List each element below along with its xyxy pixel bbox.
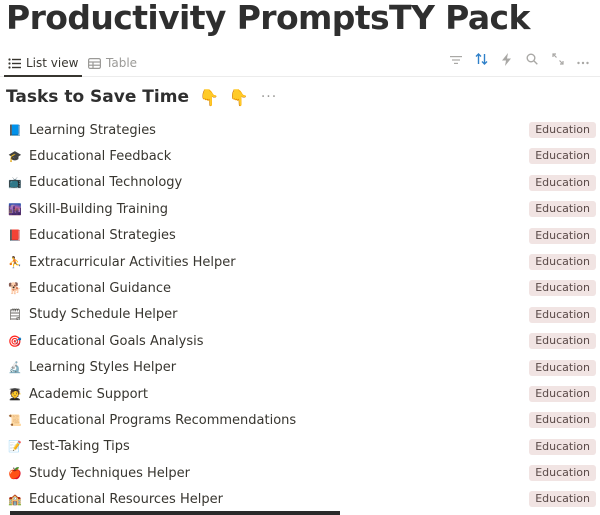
table-icon [88,57,101,69]
scroll-icon: 📜 [8,413,22,427]
memo-icon: 📝 [8,440,22,454]
category-tag: Education [529,280,596,297]
list-item[interactable]: 🐕 Educational Guidance Education [0,275,600,301]
list-item-title: Educational Strategies [29,228,176,244]
automation-icon [502,52,512,70]
red-book-icon: 📕 [8,229,22,243]
list-item-title: Study Schedule Helper [29,307,178,323]
task-list: 📘 Learning Strategies Education 🎓 Educationa… [0,117,600,513]
list-item-title: Educational Resources Helper [29,492,223,508]
sort-button[interactable] [469,50,495,72]
pointing-down-icon: 👇 [198,87,219,107]
list-item[interactable]: 🗒 Study Schedule Helper Education [0,302,600,328]
list-item[interactable]: 📕 Educational Strategies Education [0,223,600,249]
guide-dog-icon: 🐕 [8,282,22,296]
list-item-title: Educational Goals Analysis [29,333,204,349]
list-item-title: Study Techniques Helper [29,465,191,481]
filter-icon [449,54,462,69]
list-item[interactable]: 🍎 Study Techniques Helper Education [0,460,600,486]
list-item[interactable]: 📘 Learning Strategies Education [0,117,600,143]
category-tag: Education [529,148,596,165]
tab-list-view-label: List view [26,56,79,70]
automation-button[interactable] [494,50,520,72]
pointing-down-icon: 👇 [228,87,249,107]
list-item[interactable]: 🎓 Educational Feedback Education [0,143,600,169]
list-item[interactable]: ⛹ Extracurricular Activities Helper Educat… [0,249,600,275]
list-item[interactable]: 📝 Test-Taking Tips Education [0,434,600,460]
list-item[interactable]: 📺 Educational Technology Education [0,170,600,196]
category-tag: Education [529,412,596,429]
expand-button[interactable] [545,50,571,72]
category-tag: Education [529,438,596,455]
bottom-scrollbar[interactable] [10,511,340,515]
category-tag: Education [529,385,596,402]
tab-list-view[interactable]: List view [3,52,83,77]
list-item-title: Learning Styles Helper [29,360,177,376]
list-item-title: Extracurricular Activities Helper [29,254,236,270]
list-item-title: Skill-Building Training [29,201,169,217]
category-tag: Education [529,201,596,218]
school-icon: 🏫 [8,493,22,507]
person-activity-icon: ⛹ [8,255,22,269]
list-item[interactable]: 🔬 Learning Styles Helper Education [0,355,600,381]
tab-table-label: Table [106,56,138,70]
list-item[interactable]: 🎯 Educational Goals Analysis Education [0,328,600,354]
section-more-button[interactable]: ··· [261,89,277,105]
list-item[interactable]: 🌆 Skill-Building Training Education [0,196,600,222]
apple-icon: 🍎 [8,466,22,480]
view-toolbar [443,50,596,72]
category-tag: Education [529,122,596,138]
category-tag: Education [529,465,596,482]
student-icon: 🧑‍🎓 [8,387,22,401]
television-icon: 📺 [8,176,22,190]
list-item-title: Academic Support [29,386,148,402]
category-tag: Education [529,253,596,270]
search-icon [526,53,539,69]
list-item-title: Learning Strategies [29,122,156,138]
list-item-title: Test-Taking Tips [29,439,130,455]
page-title: Productivity PromptsTY Pack [6,0,530,37]
microscope-icon: 🔬 [8,361,22,375]
category-tag: Education [529,227,596,244]
category-tag: Education [529,491,596,508]
more-icon [577,54,589,69]
list-item[interactable]: 🏫 Educational Resources Helper Education [0,486,600,512]
category-tag: Education [529,306,596,323]
blue-book-icon: 📘 [8,123,22,137]
list-icon [8,57,21,69]
expand-icon [552,53,564,69]
more-options-button[interactable] [571,50,597,72]
notepad-icon: 🗒 [8,308,22,322]
tab-table[interactable]: Table [88,52,137,74]
section-title: Tasks to Save Time [6,87,189,107]
category-tag: Education [529,174,596,191]
list-item-title: Educational Technology [29,175,183,191]
category-tag: Education [529,359,596,376]
list-item[interactable]: 🧑‍🎓 Academic Support Education [0,381,600,407]
list-item-title: Educational Feedback [29,149,172,165]
filter-button[interactable] [443,50,469,72]
sort-icon [475,53,488,69]
section-header: Tasks to Save Time 👇 👇 ··· [6,87,277,107]
list-item-title: Educational Guidance [29,281,171,297]
category-tag: Education [529,333,596,350]
search-button[interactable] [520,50,546,72]
list-item-title: Educational Programs Recommendations [29,412,297,428]
graduation-cap-icon: 🎓 [8,150,22,164]
list-item[interactable]: 📜 Educational Programs Recommendations Edu… [0,407,600,433]
cityscape-icon: 🌆 [8,202,22,216]
target-icon: 🎯 [8,334,22,348]
